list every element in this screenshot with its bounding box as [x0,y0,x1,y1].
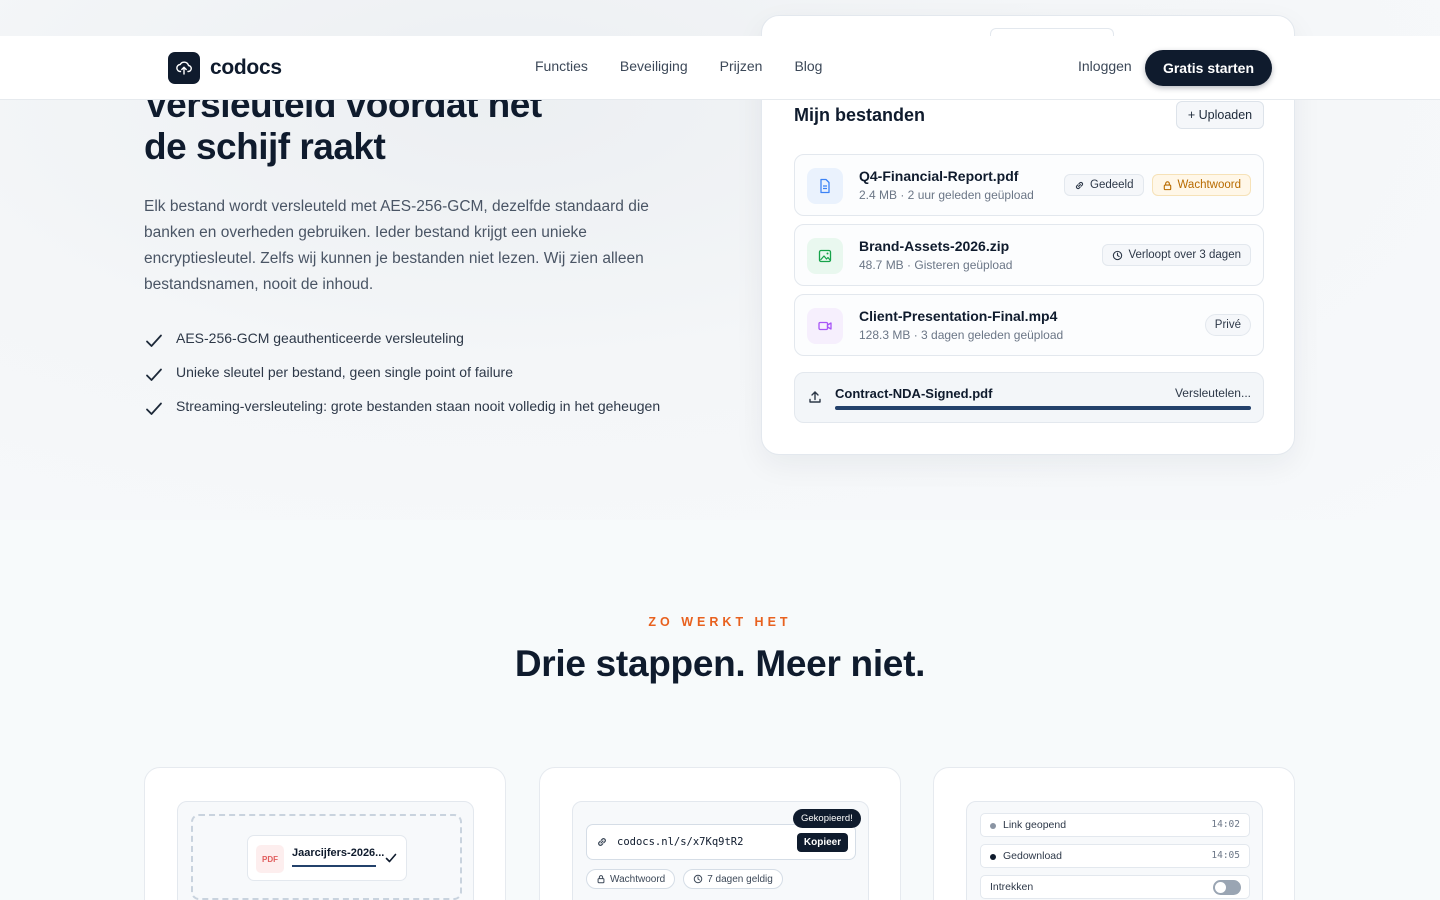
revoke-label: Intrekken [990,881,1034,893]
lock-icon [1163,180,1171,190]
upload-progress-fill [835,406,1251,410]
activity-log-row: Link geopend 14:02 [980,813,1250,837]
check-icon [146,368,162,381]
dropped-file-progress [292,865,376,867]
link-icon [598,838,606,846]
log-label: Link geopend [1003,819,1067,831]
badge-label: Privé [1214,319,1241,331]
step-card-upload: PDF Jaarcijfers-2026... [144,767,506,900]
video-icon [807,308,843,344]
private-badge: Privé [1204,314,1251,336]
file-meta: 2.4 MB · 2 uur geleden geüpload [859,188,1034,202]
lock-icon [597,875,605,884]
step-card-share: codocs.nl/s/x7Kq9tR2 Kopieer Gekopieerd!… [539,767,901,900]
activity-log-row: Gedownload 14:05 [980,844,1250,868]
main-nav: Functies Beveiliging Prijzen Blog [535,58,822,74]
clock-icon [693,874,703,884]
dropped-file: PDF Jaarcijfers-2026... [247,835,407,881]
share-link-text: codocs.nl/s/x7Kq9tR2 [617,836,744,848]
copy-button[interactable]: Kopieer [797,833,848,852]
dropped-file-name: Jaarcijfers-2026... [292,847,385,859]
feature-item: Streaming-versleuteling: grote bestanden… [144,389,660,423]
password-chip[interactable]: Wachtwoord [586,869,676,889]
pdf-icon: PDF [256,845,284,873]
feature-item: Unieke sleutel per bestand, geen single … [144,355,660,389]
link-icon [1075,181,1084,189]
badge-label: Wachtwoord [1177,179,1242,191]
file-name: Brand-Assets-2026.zip [859,238,1010,254]
uploading-file-name: Contract-NDA-Signed.pdf [835,386,993,401]
revoke-toggle[interactable] [1213,880,1241,895]
expires-badge: Verloopt over 3 dagen [1102,244,1251,266]
password-badge: Wachtwoord [1151,174,1251,196]
login-link[interactable]: Inloggen [1078,58,1132,74]
file-meta: 48.7 MB · Gisteren geüpload [859,258,1013,272]
nav-functies[interactable]: Functies [535,58,588,74]
nav-blog[interactable]: Blog [794,58,822,74]
check-icon [146,334,162,347]
shared-badge: Gedeeld [1064,174,1144,196]
revoke-row: Intrekken [980,875,1250,899]
log-label: Gedownload [1003,850,1062,862]
image-icon [807,238,843,274]
file-name: Client-Presentation-Final.mp4 [859,308,1058,324]
uploading-status: Versleutelen... [1174,386,1251,400]
file-name: Q4-Financial-Report.pdf [859,168,1019,184]
site-header: codocs Functies Beveiliging Prijzen Blog… [0,36,1440,100]
validity-chip[interactable]: 7 dagen geldig [683,869,783,889]
upload-icon [809,391,821,403]
step-illustration: Link geopend 14:02 Gedownload 14:05 Intr… [966,801,1263,900]
check-icon [146,402,162,415]
step-illustration: PDF Jaarcijfers-2026... [177,801,474,900]
hero-description: Elk bestand wordt versleuteld met AES-25… [144,198,649,293]
log-time: 14:05 [1211,850,1240,861]
file-meta: 128.3 MB · 3 dagen geleden geüpload [859,328,1064,342]
section-eyebrow: ZO WERKT HET [648,615,792,629]
chip-label: 7 dagen geldig [707,873,773,885]
status-dot [990,854,996,860]
file-row[interactable]: Brand-Assets-2026.zip 48.7 MB · Gisteren… [794,224,1264,286]
upload-button[interactable]: + Uploaden [1176,101,1264,129]
file-row[interactable]: Client-Presentation-Final.mp4 128.3 MB ·… [794,294,1264,356]
step-card-track: Link geopend 14:02 Gedownload 14:05 Intr… [933,767,1295,900]
copied-tooltip: Gekopieerd! [793,809,861,828]
upload-progress-bar [835,406,1251,410]
logo[interactable]: codocs [168,52,282,84]
feature-text: AES-256-GCM geauthenticeerde versleuteli… [176,330,464,346]
uploading-row: Contract-NDA-Signed.pdf Versleutelen... [794,372,1264,423]
document-icon [807,168,843,204]
cloud-upload-icon [168,52,200,84]
feature-item: AES-256-GCM geauthenticeerde versleuteli… [144,321,660,355]
start-free-button[interactable]: Gratis starten [1145,50,1272,86]
share-link-field[interactable]: codocs.nl/s/x7Kq9tR2 Kopieer [586,824,856,860]
badge-label: Verloopt over 3 dagen [1128,249,1241,261]
log-time: 14:02 [1211,819,1240,830]
file-row[interactable]: Q4-Financial-Report.pdf 2.4 MB · 2 uur g… [794,154,1264,216]
dropzone[interactable]: PDF Jaarcijfers-2026... [191,814,462,900]
step-illustration: codocs.nl/s/x7Kq9tR2 Kopieer Gekopieerd!… [572,801,869,900]
chip-label: Wachtwoord [610,873,666,885]
section-title: Drie stappen. Meer niet. [514,643,926,684]
nav-prijzen[interactable]: Prijzen [720,58,763,74]
feature-text: Unieke sleutel per bestand, geen single … [176,364,513,380]
nav-beveiliging[interactable]: Beveiliging [620,58,688,74]
clock-icon [1113,250,1123,260]
panel-title: Mijn bestanden [794,105,926,125]
logo-text: codocs [210,56,282,79]
feature-list: AES-256-GCM geauthenticeerde versleuteli… [144,321,660,423]
hero-title-line-2: de schijf raakt [144,126,386,167]
badge-label: Gedeeld [1090,179,1134,191]
feature-text: Streaming-versleuteling: grote bestanden… [176,398,661,414]
check-icon [385,853,397,863]
status-dot [990,823,996,829]
